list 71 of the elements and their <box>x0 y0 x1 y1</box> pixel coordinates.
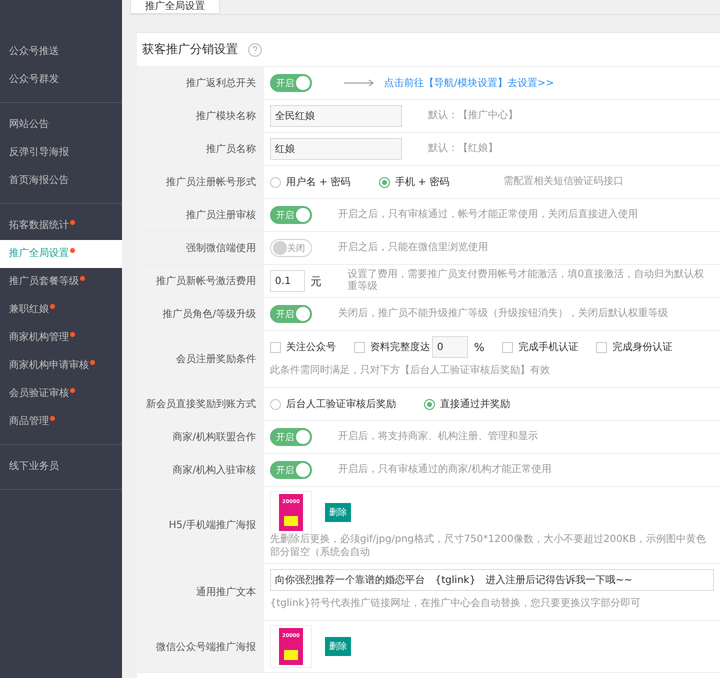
hint-text: 先删除后更换，必须gif/jpg/png格式，尺寸750*1200像数，大小不要超过200KB，示例图中黄色部分留空（系统会自动 <box>270 534 707 559</box>
hint-text: 默认：【红娘】 <box>428 142 498 156</box>
field-label: 推广员新帐号激活费用 <box>137 265 264 297</box>
hint-text: 开启后，将支持商家、机构注册、管理和显示 <box>338 430 538 444</box>
field-label: 推广员注册审核 <box>137 199 264 231</box>
checkbox[interactable] <box>270 342 281 352</box>
section-title: 获客推广分销设置 <box>142 41 238 58</box>
option-label: 关注公众号 <box>286 340 336 354</box>
field-label: 推广模块名称 <box>137 100 264 132</box>
field-label: 商家/机构入驻审核 <box>137 454 264 486</box>
number-field[interactable]: 0.1 <box>270 270 305 292</box>
hint-text: 开启后，只有审核通过的商家/机构才能正常使用 <box>338 464 552 476</box>
sidebar-item[interactable]: 兼职红娘 <box>0 296 122 324</box>
sidebar-item[interactable]: 首页海报公告 <box>0 167 122 195</box>
hint-text: {tglink}符号代表推广链接网址，在推广中心会自动替换，您只要更换汉字部分即可 <box>270 598 641 610</box>
option-label: 后台人工验证审核后奖励 <box>286 398 396 411</box>
checkbox[interactable] <box>354 342 365 352</box>
radio-button[interactable] <box>424 398 435 410</box>
field-label: 推广员注册帐号形式 <box>137 166 264 198</box>
radio-button[interactable] <box>378 176 390 188</box>
sidebar-item[interactable]: 网站公告 <box>0 111 122 139</box>
hint-text: 此条件需同时满足，只对下方【后台人工验证审核后奖励】有效 <box>270 364 550 378</box>
option-label: 手机 + 密码 <box>394 176 450 189</box>
hint-text: 开启之后，只有审核通过，帐号才能正常使用，关闭后直接进入使用 <box>338 208 638 222</box>
help-icon[interactable] <box>248 42 262 56</box>
hint-text: 开启之后，只能在微信里浏览使用 <box>338 242 488 254</box>
field-label: 强制微信端使用 <box>137 232 264 264</box>
settings-link[interactable]: 点击前往【导航/模块设置】去设置>> <box>384 76 554 90</box>
sidebar-item[interactable]: 公众号群发 <box>0 66 122 94</box>
field-label: 微信公众号端推广海报 <box>137 621 264 672</box>
sidebar-item[interactable]: 商家机构申请审核 <box>0 352 122 380</box>
hint-text: 设置了费用，需要推广员支付费用帐号才能激活，填0直接激活，自动归为默认权重等级 <box>348 268 706 294</box>
option-label: 完成手机认证 <box>518 340 578 354</box>
field-label: 商家/机构联盟合作 <box>137 421 264 453</box>
field-label: 会员注册奖励条件 <box>137 331 264 387</box>
field-label: H5/手机端推广海报 <box>137 487 264 563</box>
unit-label: 元 <box>310 274 322 288</box>
sidebar-item[interactable]: 反弹引导海报 <box>0 139 122 167</box>
radio-button[interactable] <box>270 398 281 410</box>
field-label: 新会员直接奖励到账方式 <box>137 388 264 420</box>
text-field[interactable]: 红娘 <box>270 138 402 160</box>
hint-text: 关闭后，推广员不能升级推广等级（升级按钮消失），关闭后默认权重等级 <box>338 308 668 320</box>
delete-button[interactable]: 删除 <box>325 637 351 656</box>
option-label: 直接通过并奖励 <box>440 398 510 411</box>
option-label: 完成身份认证 <box>612 340 672 354</box>
radio-button[interactable] <box>270 176 281 188</box>
number-field[interactable]: 0 <box>432 336 468 358</box>
tab[interactable]: 推广全局设置 <box>130 0 220 14</box>
hint-text: 需配置相关短信验证码接口 <box>504 176 624 188</box>
sidebar-item[interactable]: 推广员套餐等级 <box>0 268 122 296</box>
sidebar-item[interactable]: 公众号推送 <box>0 38 122 66</box>
field-label: 推广员名称 <box>137 133 264 165</box>
sidebar-item[interactable]: 拓客数据统计 <box>0 212 122 240</box>
field-label: 通用推广文本 <box>137 564 264 620</box>
hint-text: 默认：【推广中心】 <box>428 110 518 122</box>
sidebar-item[interactable]: 商家机构管理 <box>0 324 122 352</box>
unit-label: % <box>474 340 484 354</box>
field-label: 推广员角色/等级升级 <box>137 298 264 330</box>
option-label: 资料完整度达 <box>370 340 430 354</box>
sidebar-item[interactable]: 商品管理 <box>0 408 122 436</box>
delete-button[interactable]: 删除 <box>325 503 351 522</box>
text-field[interactable]: 向你强烈推荐一个靠谱的婚恋平台 {tglink} 进入注册后记得告诉我一下哦~~ <box>270 569 714 591</box>
option-label: 用户名 + 密码 <box>286 176 351 189</box>
arrow-icon <box>344 79 374 87</box>
sidebar-item[interactable]: 线下业务员 <box>0 453 122 481</box>
sidebar-item[interactable]: 会员验证审核 <box>0 380 122 408</box>
text-field[interactable]: 全民红娘 <box>270 105 402 127</box>
checkbox[interactable] <box>596 342 608 352</box>
checkbox[interactable] <box>502 342 514 352</box>
sidebar-item[interactable]: 推广全局设置 <box>0 240 122 268</box>
field-label: 推广返利总开关 <box>137 67 264 99</box>
